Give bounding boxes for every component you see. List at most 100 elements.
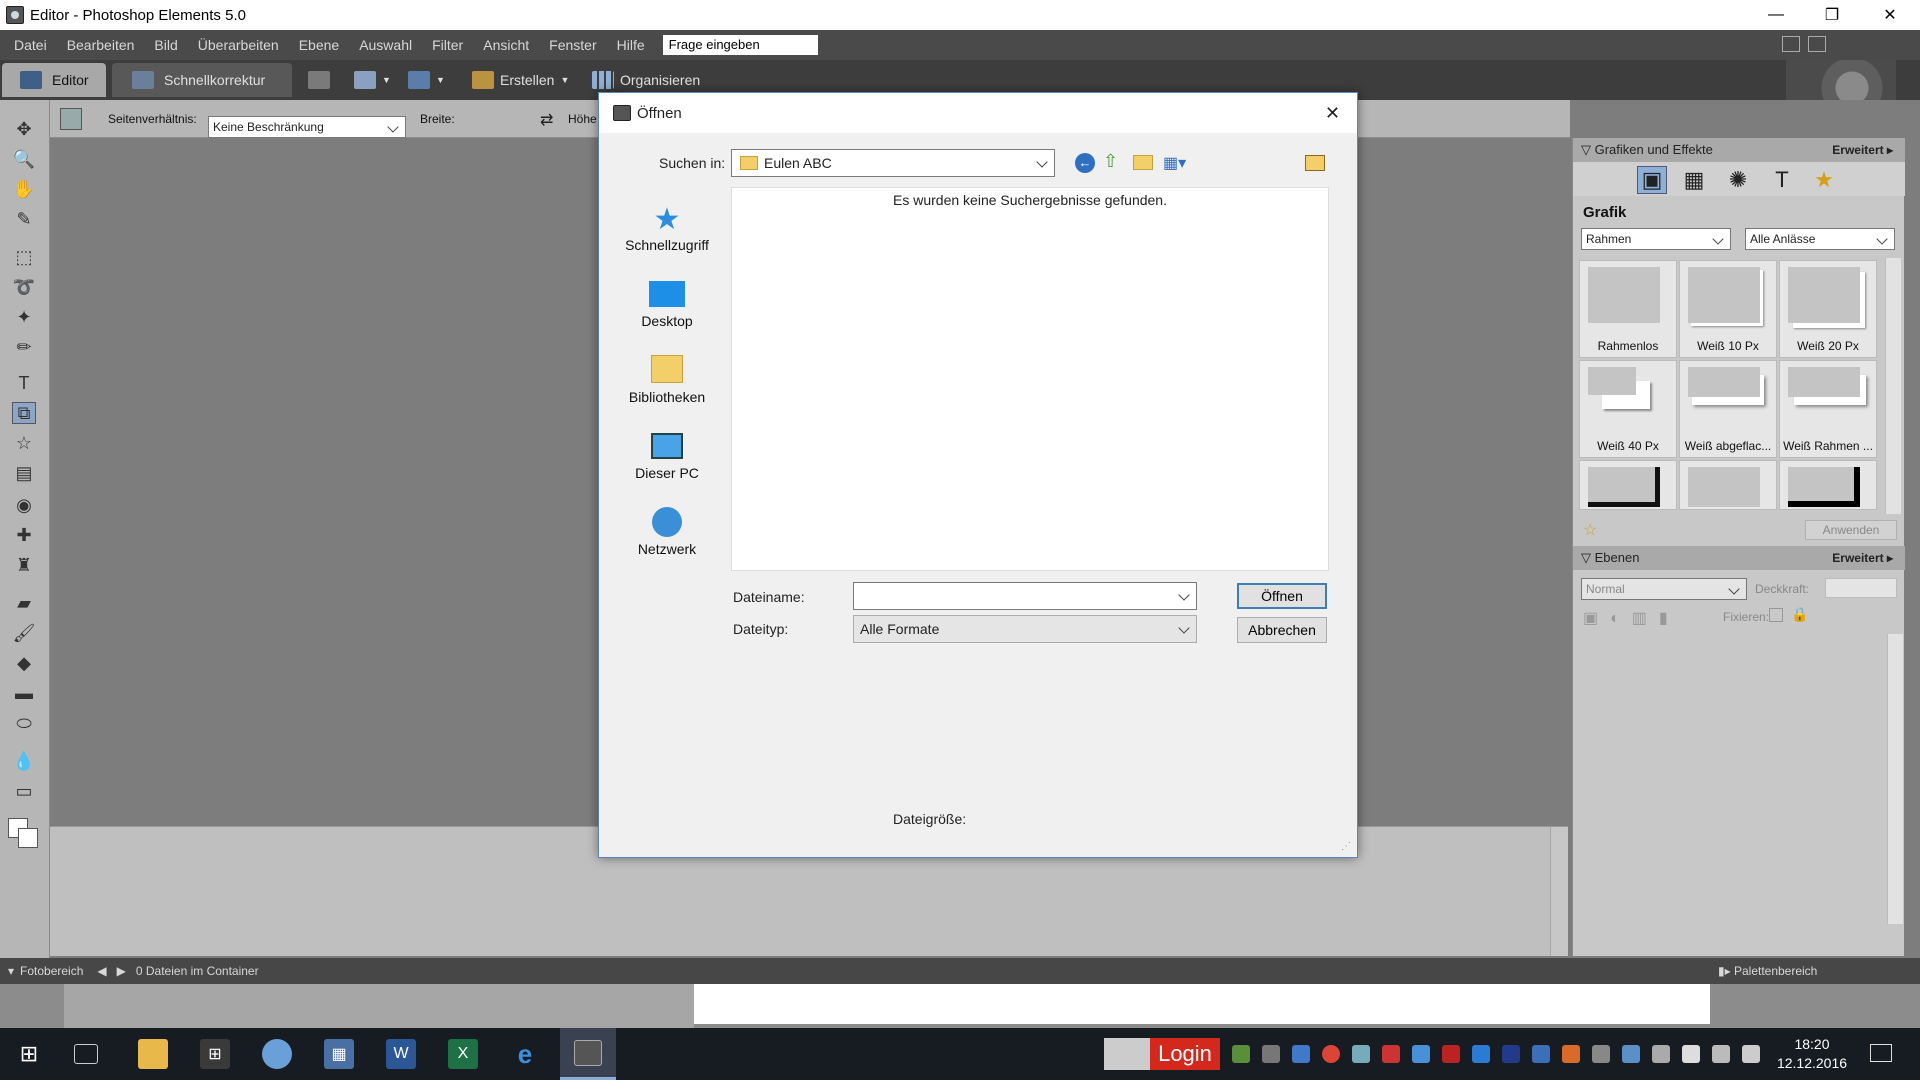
word-icon[interactable]: W: [386, 1039, 416, 1069]
lock-all-icon[interactable]: 🔒: [1791, 606, 1808, 623]
share-button[interactable]: ▼: [354, 68, 391, 92]
new-folder-icon[interactable]: [1133, 155, 1153, 170]
task-view-icon[interactable]: [74, 1044, 98, 1064]
photo-bin-toggle-icon[interactable]: ▾: [8, 964, 14, 978]
notifications-icon[interactable]: [1870, 1044, 1892, 1062]
apply-button[interactable]: Anwenden: [1805, 520, 1897, 540]
create-button[interactable]: Erstellen ▼: [472, 68, 569, 92]
text-styles-tab-icon[interactable]: T: [1767, 166, 1797, 194]
filename-input[interactable]: [853, 582, 1197, 610]
place-desktop[interactable]: Desktop: [613, 257, 721, 329]
themes-tab-icon[interactable]: ▦: [1679, 166, 1709, 194]
volume-icon[interactable]: [1742, 1045, 1760, 1063]
chrome-tray-icon[interactable]: [1322, 1045, 1340, 1063]
effects-palette-header[interactable]: ▽ Grafiken und Effekte Erweitert ▸: [1573, 138, 1905, 162]
thumbnail-weiss-40[interactable]: Weiß 40 Px: [1579, 360, 1677, 458]
move-tool-icon[interactable]: ✥: [12, 118, 36, 140]
tile-windows-icon[interactable]: [1782, 36, 1800, 52]
tray-icon-14[interactable]: [1622, 1045, 1640, 1063]
internet-explorer-icon[interactable]: e: [510, 1039, 540, 1069]
resize-grip-icon[interactable]: ⋰: [1341, 841, 1351, 852]
menu-ueberarbeiten[interactable]: Überarbeiten: [188, 37, 289, 53]
thumbnail-weiss-abgeflacht[interactable]: Weiß abgeflac...: [1679, 360, 1777, 458]
place-this-pc[interactable]: Dieser PC: [613, 409, 721, 481]
background-color-swatch[interactable]: [18, 828, 38, 848]
blend-mode-select[interactable]: Normal: [1581, 578, 1747, 600]
close-button[interactable]: ✕: [1862, 0, 1918, 30]
photo-bin-label[interactable]: Fotobereich: [20, 964, 83, 978]
battery-icon[interactable]: [1682, 1045, 1700, 1063]
tab-editor[interactable]: Editor: [2, 63, 106, 97]
palette-bin-toggle[interactable]: ▮▸ Palettenbereich: [1718, 964, 1817, 978]
opacity-input[interactable]: [1825, 578, 1897, 598]
menu-ansicht[interactable]: Ansicht: [473, 37, 539, 53]
selection-brush-tool-icon[interactable]: ✏: [12, 336, 36, 358]
place-libraries[interactable]: Bibliotheken: [613, 333, 721, 405]
brush-tool-icon[interactable]: 🖌: [12, 622, 36, 644]
shape-tool-icon[interactable]: ⬭: [12, 712, 36, 734]
artwork-tab-icon[interactable]: ▣: [1637, 166, 1667, 194]
next-arrow-icon[interactable]: ▶: [117, 964, 126, 978]
paint-bucket-tool-icon[interactable]: ◆: [12, 652, 36, 674]
hand-tool-icon[interactable]: ✋: [12, 178, 36, 200]
order-prints-button[interactable]: ▼: [408, 68, 445, 92]
cascade-windows-icon[interactable]: [1808, 36, 1826, 52]
dialog-close-button[interactable]: ✕: [1325, 103, 1340, 124]
clone-stamp-tool-icon[interactable]: ♜: [12, 554, 36, 576]
thumbnail-gray-frame[interactable]: [1679, 460, 1777, 510]
login-button[interactable]: Login: [1150, 1038, 1220, 1070]
place-quick-access[interactable]: ★ Schnellzugriff: [613, 181, 721, 253]
layers-more-link[interactable]: Erweitert ▸: [1832, 551, 1893, 565]
lasso-tool-icon[interactable]: ➰: [12, 276, 36, 298]
layers-scrollbar[interactable]: [1887, 634, 1903, 924]
menu-fenster[interactable]: Fenster: [539, 37, 606, 53]
photoshop-elements-taskbar-button[interactable]: [560, 1028, 616, 1080]
layers-palette-header[interactable]: ▽ Ebenen Erweitert ▸: [1573, 546, 1905, 570]
previous-arrow-icon[interactable]: ◀: [97, 964, 106, 978]
dropbox-tray-icon[interactable]: [1532, 1045, 1550, 1063]
add-favorite-star-icon[interactable]: ☆: [1583, 520, 1597, 540]
tray-icon-9[interactable]: [1472, 1045, 1490, 1063]
aspect-ratio-select[interactable]: Keine Beschränkung: [208, 115, 406, 138]
favorite-folder-icon[interactable]: [1305, 155, 1325, 171]
onedrive-tray-icon[interactable]: [1652, 1045, 1670, 1063]
app-qr-icon[interactable]: ▦: [324, 1039, 354, 1069]
lock-transparent-icon[interactable]: [1769, 608, 1783, 622]
menu-filter[interactable]: Filter: [422, 37, 473, 53]
menu-bearbeiten[interactable]: Bearbeiten: [57, 37, 145, 53]
tray-icon-12[interactable]: [1562, 1045, 1580, 1063]
file-list[interactable]: Es wurden keine Suchergebnisse gefunden.: [731, 187, 1329, 571]
excel-icon[interactable]: X: [448, 1039, 478, 1069]
cookie-cutter-tool-icon[interactable]: ☆: [12, 432, 36, 454]
category-select[interactable]: Rahmen: [1581, 228, 1731, 250]
minimize-button[interactable]: —: [1748, 0, 1804, 30]
view-menu-icon[interactable]: ▦▾: [1163, 153, 1186, 173]
organize-button[interactable]: Organisieren: [592, 68, 700, 92]
tray-icon-5[interactable]: [1352, 1045, 1370, 1063]
crop-preset-icon[interactable]: [60, 108, 82, 130]
red-eye-tool-icon[interactable]: ◉: [12, 494, 36, 516]
sponge-tool-icon[interactable]: ▭: [12, 780, 36, 802]
tray-icon-8[interactable]: [1442, 1045, 1460, 1063]
back-icon[interactable]: ←: [1075, 153, 1095, 173]
ask-question-input[interactable]: Frage eingeben: [662, 35, 818, 55]
wifi-icon[interactable]: [1712, 1045, 1730, 1063]
menu-bild[interactable]: Bild: [144, 37, 187, 53]
swap-dimensions-icon[interactable]: ⇄: [540, 110, 553, 130]
crop-tool-icon[interactable]: ⧉: [12, 402, 36, 424]
menu-ebene[interactable]: Ebene: [289, 37, 349, 53]
tray-icon-2[interactable]: [1262, 1045, 1280, 1063]
up-folder-icon[interactable]: ⇧: [1103, 151, 1118, 172]
restore-button[interactable]: ❐: [1804, 0, 1860, 30]
photo-bin-scrollbar[interactable]: [1550, 827, 1568, 956]
menu-hilfe[interactable]: Hilfe: [607, 37, 655, 53]
open-button[interactable]: Öffnen: [1237, 583, 1327, 609]
thumbnail-black-frame-1[interactable]: [1579, 460, 1677, 510]
paint-app-icon[interactable]: [262, 1039, 292, 1069]
tray-icon-13[interactable]: [1592, 1045, 1610, 1063]
menu-datei[interactable]: Datei: [4, 37, 57, 53]
tray-icon-1[interactable]: [1232, 1045, 1250, 1063]
gradient-tool-icon[interactable]: ▬: [12, 682, 36, 704]
thumbnail-black-frame-2[interactable]: [1779, 460, 1877, 510]
occasion-select[interactable]: Alle Anlässe: [1745, 228, 1895, 250]
